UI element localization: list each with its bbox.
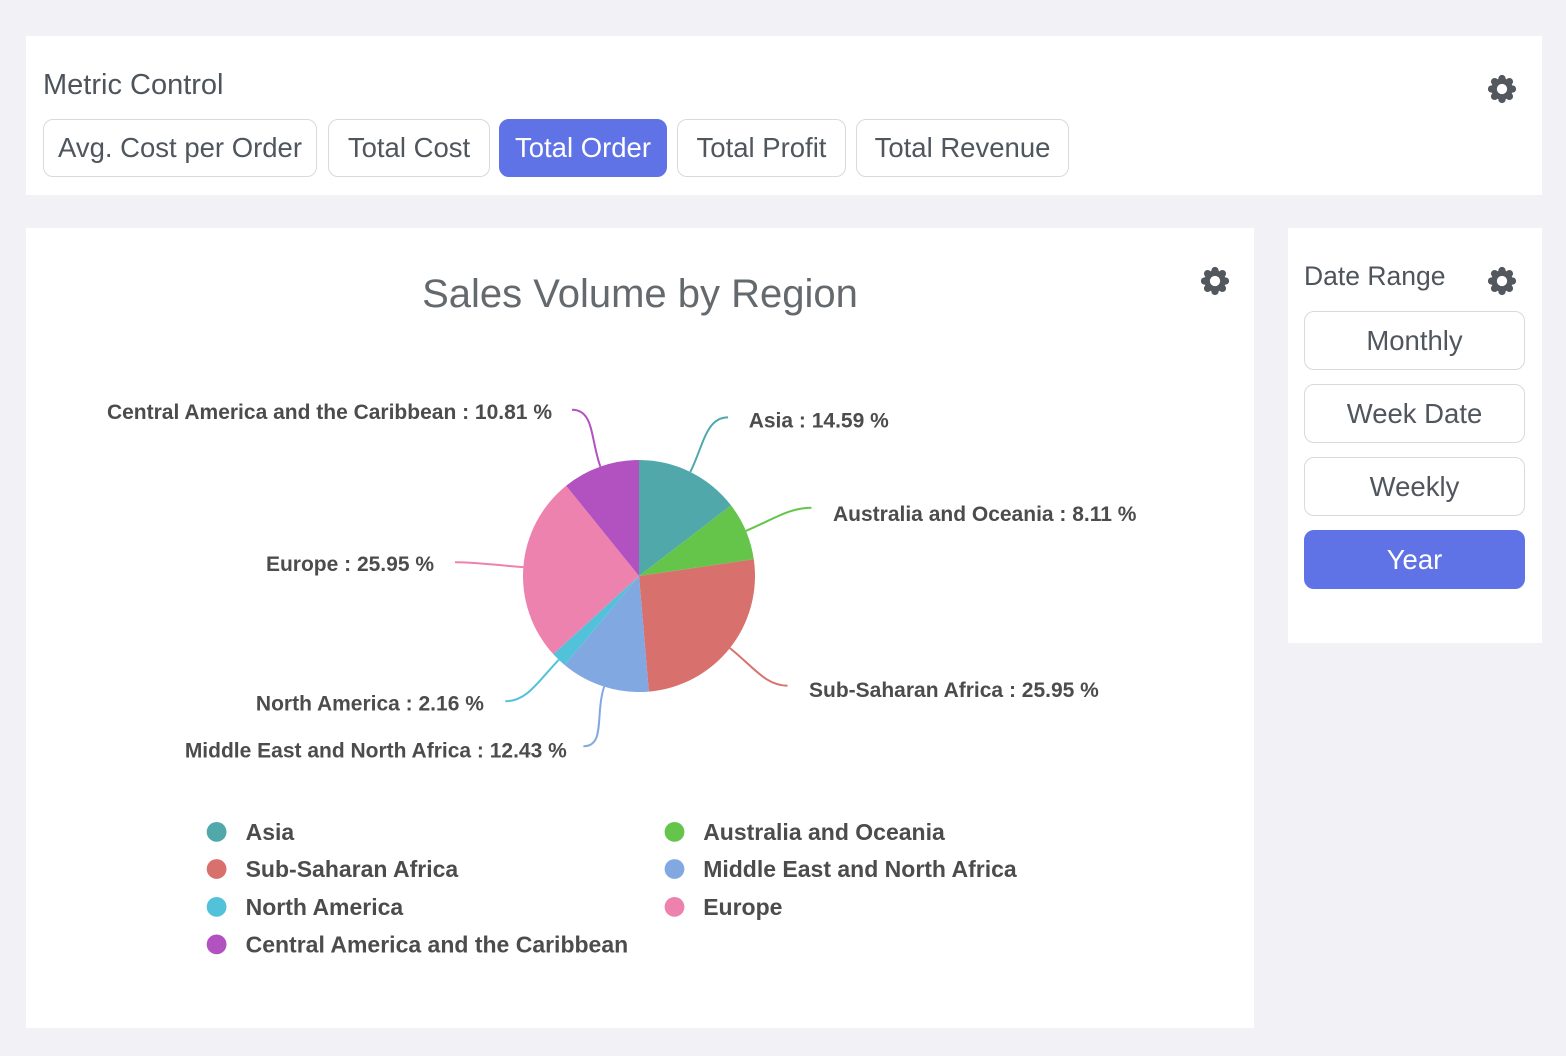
svg-text:Europe: Europe <box>703 894 782 920</box>
svg-text:Middle East and North Africa: Middle East and North Africa <box>703 856 1017 882</box>
svg-text:Central America and the Caribb: Central America and the Caribbean : 10.8… <box>107 401 552 424</box>
svg-text:Europe : 25.95 %: Europe : 25.95 % <box>266 553 434 576</box>
svg-text:Middle East and North Africa :: Middle East and North Africa : 12.43 % <box>185 739 567 762</box>
svg-text:North America : 2.16 %: North America : 2.16 % <box>256 693 484 716</box>
svg-text:Australia and Oceania : 8.11 %: Australia and Oceania : 8.11 % <box>833 503 1137 526</box>
svg-text:Sub-Saharan Africa : 25.95 %: Sub-Saharan Africa : 25.95 % <box>809 679 1099 702</box>
svg-text:Asia: Asia <box>246 819 295 845</box>
svg-text:Australia and Oceania: Australia and Oceania <box>703 819 945 845</box>
svg-text:North America: North America <box>246 894 404 920</box>
svg-text:Central America and the Caribb: Central America and the Caribbean <box>246 932 629 958</box>
svg-text:Sub-Saharan Africa: Sub-Saharan Africa <box>246 856 459 882</box>
svg-text:Asia : 14.59 %: Asia : 14.59 % <box>749 410 889 433</box>
